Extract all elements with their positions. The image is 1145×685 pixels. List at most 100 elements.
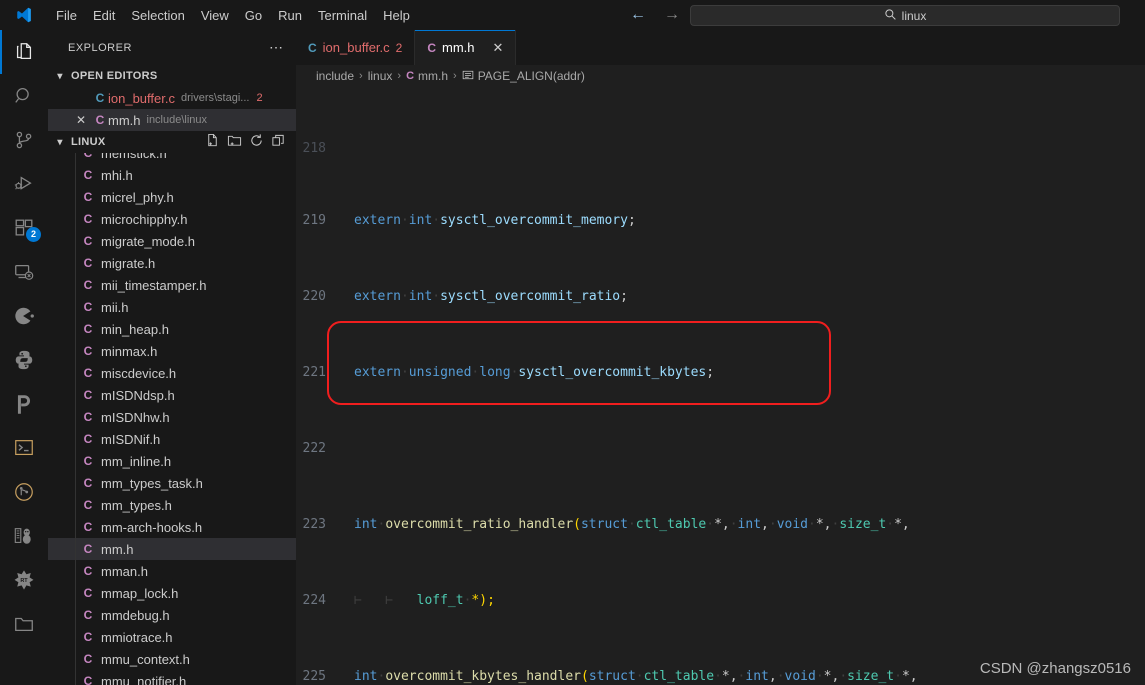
breadcrumb-mm-h[interactable]: C mm.h xyxy=(406,69,448,83)
tux-icon xyxy=(14,528,31,544)
activity-rt-thread[interactable]: RT xyxy=(0,558,48,602)
breadcrumb-linux[interactable]: linux xyxy=(368,69,393,83)
editor-area: C ion_buffer.c 2 C mm.h ✕ include › linu… xyxy=(296,30,1145,685)
tab-mm-h[interactable]: C mm.h ✕ xyxy=(415,30,517,65)
activity-python[interactable] xyxy=(0,338,48,382)
code-line-partial: 218 xyxy=(302,141,326,156)
list-item[interactable]: Cminmax.h xyxy=(48,340,296,362)
menu-item-run[interactable]: Run xyxy=(270,5,310,26)
activity-source-control[interactable] xyxy=(0,118,48,162)
code-line-220[interactable]: 220 extern·int·sysctl_overcommit_ratio; xyxy=(296,287,1145,306)
close-icon[interactable]: ✕ xyxy=(70,113,92,127)
c-file-icon: C xyxy=(83,630,93,644)
code-lines: 218 219 extern·int·sysctl_overcommit_mem… xyxy=(296,87,1145,685)
list-item[interactable]: Cmii.h xyxy=(48,296,296,318)
breadcrumb-symbol[interactable]: PAGE_ALIGN(addr) xyxy=(462,69,585,84)
activity-pacman[interactable] xyxy=(0,294,48,338)
list-item[interactable]: Cmhi.h xyxy=(48,164,296,186)
c-file-icon: C xyxy=(83,432,93,446)
activity-explorer[interactable] xyxy=(0,30,48,74)
arrow-left-icon[interactable]: ← xyxy=(630,7,646,23)
list-item[interactable]: Cmman.h xyxy=(48,560,296,582)
activity-linux-tux[interactable] xyxy=(0,514,48,558)
list-item[interactable]: C memstick.h xyxy=(48,153,296,164)
open-editor-mm-h[interactable]: ✕ C mm.h include\linux xyxy=(48,109,296,131)
menu-bar[interactable]: File Edit Selection View Go Run Terminal… xyxy=(48,5,418,26)
breadcrumb-label: include xyxy=(316,69,355,83)
list-item[interactable]: Cmicrochipphy.h xyxy=(48,208,296,230)
code-line-219[interactable]: 219 extern·int·sysctl_overcommit_memory; xyxy=(296,211,1145,230)
menu-item-help[interactable]: Help xyxy=(375,5,418,26)
list-item[interactable]: CmISDNif.h xyxy=(48,428,296,450)
activity-run-debug[interactable] xyxy=(0,162,48,206)
list-item[interactable]: Cmii_timestamper.h xyxy=(48,274,296,296)
list-item[interactable]: Cmin_heap.h xyxy=(48,318,296,340)
extensions-badge: 2 xyxy=(26,227,41,242)
workspace-header[interactable]: ▾ LINUX xyxy=(48,131,296,153)
search-input[interactable]: linux xyxy=(690,5,1120,26)
code-line-223[interactable]: 223 int·overcommit_ratio_handler(struct·… xyxy=(296,515,1145,534)
file-name: min_heap.h xyxy=(101,321,169,337)
vscode-window: File Edit Selection View Go Run Terminal… xyxy=(0,0,1145,685)
activity-folder[interactable] xyxy=(0,602,48,646)
file-tree[interactable]: C memstick.h Cmhi.h Cmicrel_phy.h Cmicro… xyxy=(48,153,296,685)
new-folder-icon[interactable] xyxy=(227,133,242,151)
open-editor-name: ion_buffer.c xyxy=(108,90,175,106)
activity-terminal[interactable] xyxy=(0,426,48,470)
list-item[interactable]: Cmmiotrace.h xyxy=(48,626,296,648)
activity-remote-explorer[interactable] xyxy=(0,250,48,294)
list-item-mm-h[interactable]: Cmm.h xyxy=(48,538,296,560)
line-content: extern·int·sysctl_overcommit_ratio; xyxy=(354,289,628,304)
terminal-icon xyxy=(15,440,33,456)
list-item[interactable]: Cmiscdevice.h xyxy=(48,362,296,384)
list-item[interactable]: Cmigrate.h xyxy=(48,252,296,274)
activity-git-graph[interactable] xyxy=(0,470,48,514)
collapse-all-icon[interactable] xyxy=(271,133,286,151)
list-item[interactable]: Cmm-arch-hooks.h xyxy=(48,516,296,538)
activity-extensions[interactable]: 2 xyxy=(0,206,48,250)
code-line-224[interactable]: 224 ⊢ ⊢ loff_t·*); xyxy=(296,591,1145,610)
new-file-icon[interactable] xyxy=(205,133,220,151)
list-item[interactable]: Cmmdebug.h xyxy=(48,604,296,626)
menu-item-edit[interactable]: Edit xyxy=(85,5,123,26)
list-item[interactable]: Cmicrel_phy.h xyxy=(48,186,296,208)
menu-item-view[interactable]: View xyxy=(193,5,237,26)
watermark: CSDN @zhangsz0516 xyxy=(979,660,1131,677)
navigation-arrows: ← → xyxy=(630,0,680,30)
code-editor[interactable]: 218 219 extern·int·sysctl_overcommit_mem… xyxy=(296,87,1145,685)
list-item[interactable]: CmISDNdsp.h xyxy=(48,384,296,406)
file-name: mISDNdsp.h xyxy=(101,387,175,403)
code-line-221[interactable]: 221 extern·unsigned·long·sysctl_overcomm… xyxy=(296,363,1145,382)
list-item[interactable]: Cmmap_lock.h xyxy=(48,582,296,604)
arrow-right-icon[interactable]: → xyxy=(664,7,680,23)
list-item[interactable]: Cmigrate_mode.h xyxy=(48,230,296,252)
refresh-icon[interactable] xyxy=(249,133,264,151)
file-name: mmap_lock.h xyxy=(101,585,179,601)
menu-item-go[interactable]: Go xyxy=(237,5,270,26)
code-line-222[interactable]: 222 xyxy=(296,439,1145,458)
workspace-actions xyxy=(205,133,296,151)
breadcrumb-include[interactable]: include xyxy=(316,69,354,83)
menu-item-selection[interactable]: Selection xyxy=(123,5,192,26)
list-item[interactable]: CmISDNhw.h xyxy=(48,406,296,428)
line-number: 225 xyxy=(302,669,326,684)
activity-bar: 2 RT xyxy=(0,30,48,685)
open-editor-ion-buffer[interactable]: C ion_buffer.c drivers\stagi... 2 xyxy=(48,87,296,109)
breadcrumb[interactable]: include › linux › C mm.h › PAGE_ALIGN(ad… xyxy=(296,65,1145,87)
ellipsis-icon[interactable]: ⋯ xyxy=(269,39,284,56)
list-item[interactable]: Cmm_types.h xyxy=(48,494,296,516)
tab-ion-buffer-c[interactable]: C ion_buffer.c 2 xyxy=(296,30,416,65)
open-editors-header[interactable]: ▾ OPEN EDITORS xyxy=(48,65,296,87)
menu-item-file[interactable]: File xyxy=(48,5,85,26)
c-file-icon: C xyxy=(83,674,93,685)
activity-search[interactable] xyxy=(0,74,48,118)
title-bar: File Edit Selection View Go Run Terminal… xyxy=(0,0,1145,30)
activity-platformio[interactable] xyxy=(0,382,48,426)
list-item[interactable]: Cmm_types_task.h xyxy=(48,472,296,494)
close-icon[interactable]: ✕ xyxy=(493,40,504,56)
c-file-icon: C xyxy=(308,40,317,55)
list-item[interactable]: Cmmu_notifier.h xyxy=(48,670,296,685)
menu-item-terminal[interactable]: Terminal xyxy=(310,5,375,26)
list-item[interactable]: Cmm_inline.h xyxy=(48,450,296,472)
list-item[interactable]: Cmmu_context.h xyxy=(48,648,296,670)
